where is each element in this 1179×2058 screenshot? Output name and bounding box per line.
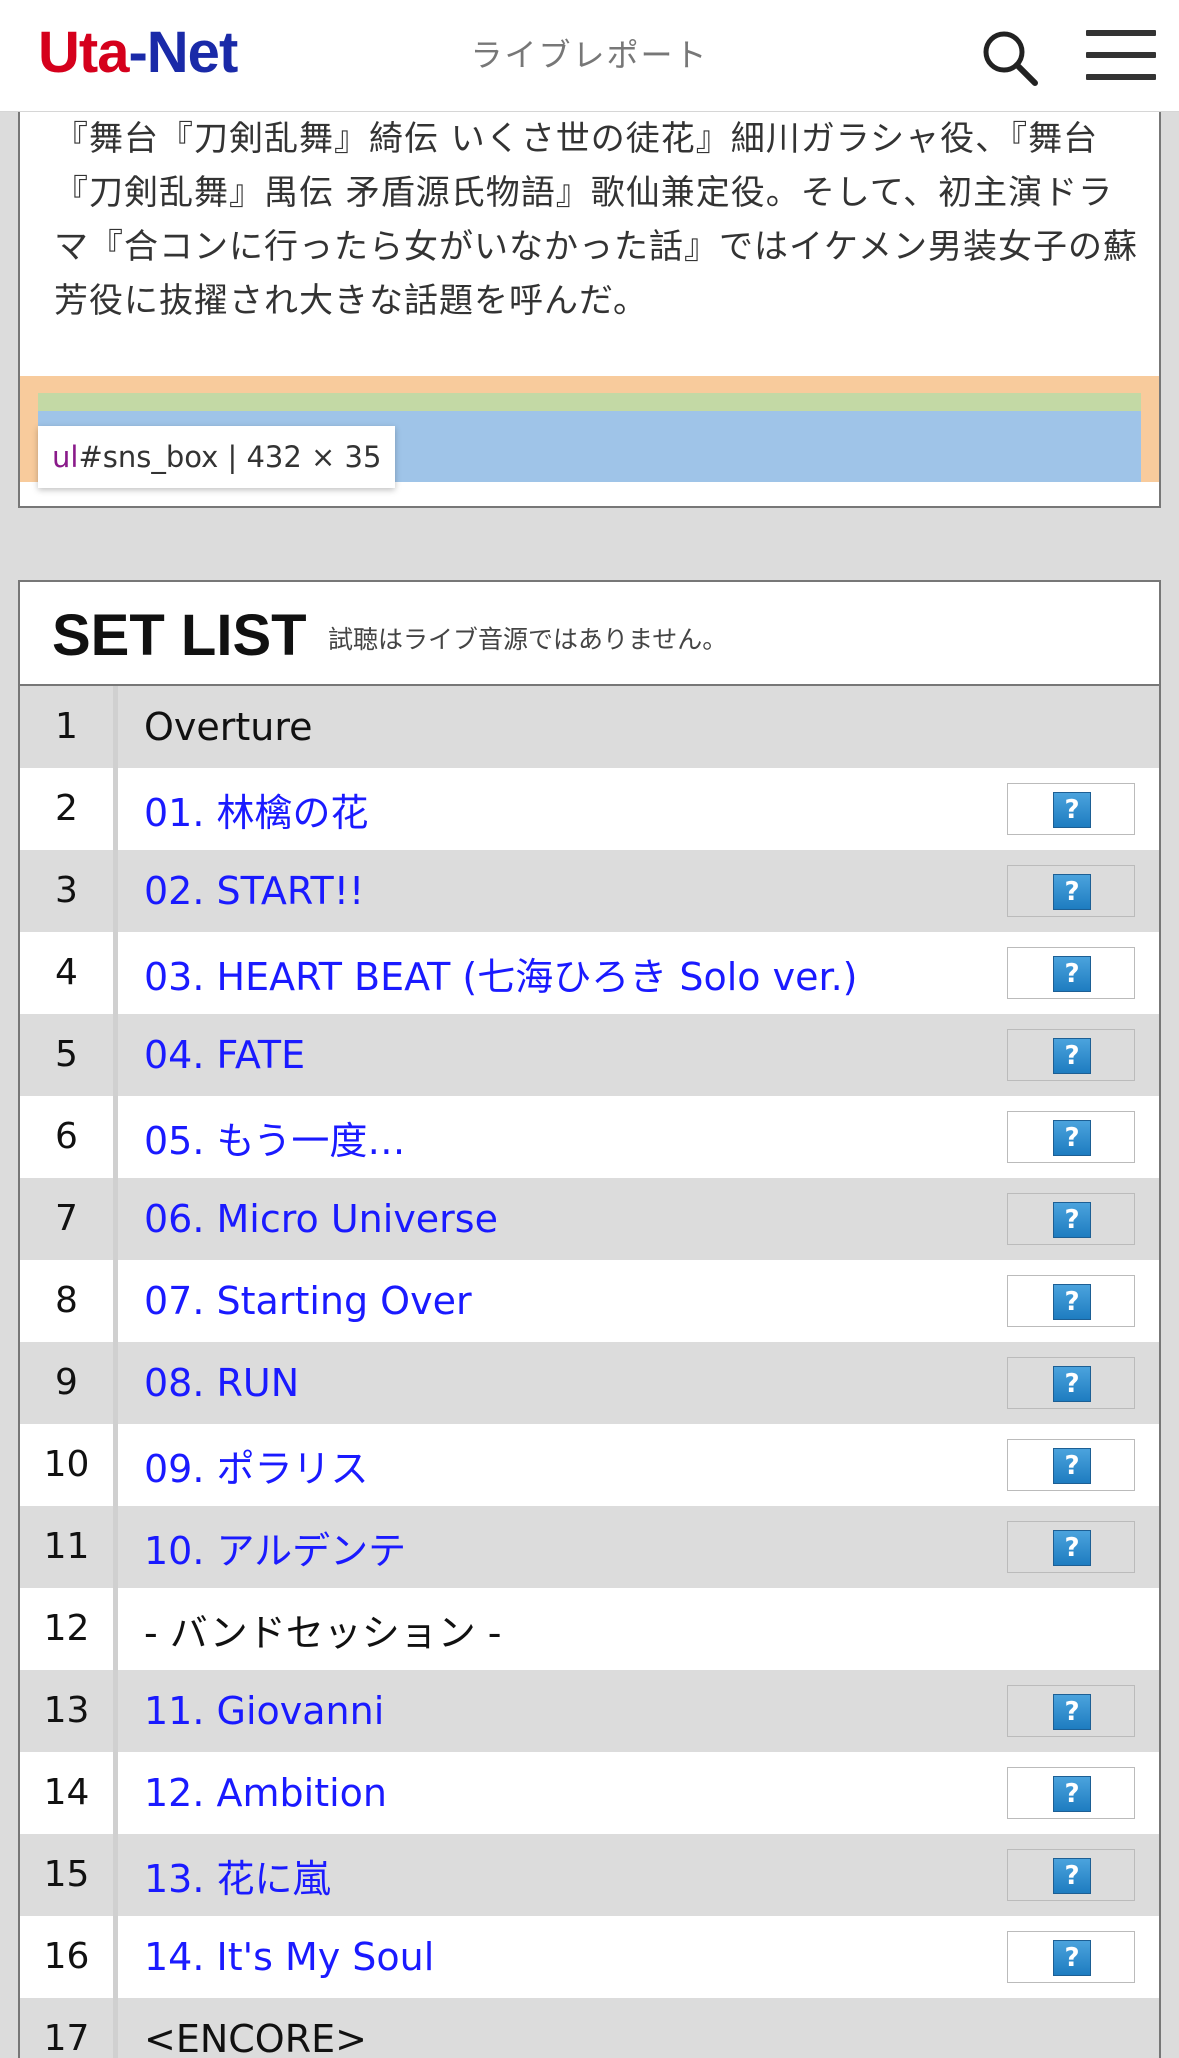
setlist-row[interactable]: 14 12. Ambition? — [20, 1752, 1159, 1834]
listen-button[interactable]: ? — [1007, 1521, 1135, 1573]
song-link[interactable]: 06. Micro Universe — [118, 1197, 1159, 1241]
track-number: 5 — [20, 1014, 118, 1096]
setlist-row[interactable]: 10 09. ポラリス? — [20, 1424, 1159, 1506]
setlist-panel: SET LIST 試聴はライブ音源ではありません。 1 Overture 2 01. … — [18, 580, 1161, 2058]
setlist-row[interactable]: 13 11. Giovanni? — [20, 1670, 1159, 1752]
search-icon[interactable] — [980, 28, 1040, 88]
song-link[interactable]: 02. START!! — [118, 869, 1159, 913]
song-link[interactable]: 10. アルデンテ — [118, 1520, 1159, 1575]
site-header: Uta-Net ライブレポート — [0, 0, 1179, 112]
setlist-row[interactable]: 6 05. もう一度…? — [20, 1096, 1159, 1178]
track-number: 10 — [20, 1424, 118, 1506]
song-link[interactable]: 01. 林檎の花 — [118, 782, 1159, 837]
song-link[interactable]: 11. Giovanni — [118, 1689, 1159, 1733]
listen-button[interactable]: ? — [1007, 1767, 1135, 1819]
listen-button[interactable]: ? — [1007, 1849, 1135, 1901]
tooltip-size: | 432 × 35 — [218, 440, 382, 474]
track-number: 6 — [20, 1096, 118, 1178]
question-icon: ? — [1053, 1366, 1091, 1402]
question-icon: ? — [1053, 1694, 1091, 1730]
setlist-row: 1 Overture — [20, 686, 1159, 768]
artist-intro-panel: 『舞台『刀剣乱舞』綺伝 いくさ世の徒花』細川ガラシャ役、『舞台『刀剣乱舞』禺伝 … — [18, 112, 1161, 508]
song-title: - バンドセッション - — [144, 1610, 502, 1655]
song-title: <ENCORE> — [144, 2017, 367, 2058]
listen-button[interactable]: ? — [1007, 1193, 1135, 1245]
track-number: 16 — [20, 1916, 118, 1998]
question-icon: ? — [1053, 1530, 1091, 1566]
question-icon: ? — [1053, 1940, 1091, 1976]
setlist-row[interactable]: 15 13. 花に嵐? — [20, 1834, 1159, 1916]
track-number: 8 — [20, 1260, 118, 1342]
listen-button[interactable]: ? — [1007, 1275, 1135, 1327]
setlist-row[interactable]: 3 02. START!!? — [20, 850, 1159, 932]
setlist-rows: 1 Overture 2 01. 林檎の花? 3 02. START!!? 4 03. HEA… — [20, 686, 1159, 2058]
song-link[interactable]: 09. ポラリス — [118, 1438, 1159, 1493]
listen-button[interactable]: ? — [1007, 1439, 1135, 1491]
tooltip-tag: ul — [52, 440, 79, 474]
song-link[interactable]: 08. RUN — [118, 1361, 1159, 1405]
track-number: 13 — [20, 1670, 118, 1752]
track-number: 7 — [20, 1178, 118, 1260]
question-icon: ? — [1053, 792, 1091, 828]
song-link[interactable]: 13. 花に嵐 — [118, 1848, 1159, 1903]
question-icon: ? — [1053, 874, 1091, 910]
setlist-row[interactable]: 16 14. It's My Soul? — [20, 1916, 1159, 1998]
question-icon: ? — [1053, 1448, 1091, 1484]
question-icon: ? — [1053, 1284, 1091, 1320]
song-link[interactable]: 04. FATE — [118, 1033, 1159, 1077]
devtools-element-tooltip: ul#sns_box | 432 × 35 — [38, 426, 396, 488]
song-link[interactable]: 07. Starting Over — [118, 1279, 1159, 1323]
track-number: 9 — [20, 1342, 118, 1424]
track-number: 15 — [20, 1834, 118, 1916]
track-number: 4 — [20, 932, 118, 1014]
setlist-title: SET LIST — [52, 603, 307, 668]
setlist-row[interactable]: 2 01. 林檎の花? — [20, 768, 1159, 850]
listen-button[interactable]: ? — [1007, 865, 1135, 917]
setlist-row[interactable]: 7 06. Micro Universe? — [20, 1178, 1159, 1260]
tooltip-selector: #sns_box — [78, 440, 219, 474]
question-icon: ? — [1053, 1202, 1091, 1238]
setlist-note: 試聴はライブ音源ではありません。 — [328, 625, 728, 654]
question-icon: ? — [1053, 1858, 1091, 1894]
song-link[interactable]: 05. もう一度… — [118, 1110, 1159, 1165]
question-icon: ? — [1053, 1038, 1091, 1074]
setlist-row[interactable]: 11 10. アルデンテ? — [20, 1506, 1159, 1588]
artist-intro-text: 『舞台『刀剣乱舞』綺伝 いくさ世の徒花』細川ガラシャ役、『舞台『刀剣乱舞』禺伝 … — [54, 119, 1138, 321]
listen-button[interactable]: ? — [1007, 1357, 1135, 1409]
track-number: 17 — [20, 1998, 118, 2058]
track-number: 14 — [20, 1752, 118, 1834]
listen-button[interactable]: ? — [1007, 1931, 1135, 1983]
listen-button[interactable]: ? — [1007, 947, 1135, 999]
setlist-row[interactable]: 4 03. HEART BEAT (七海ひろき Solo ver.)? — [20, 932, 1159, 1014]
song-title: Overture — [144, 705, 313, 749]
song-link[interactable]: 12. Ambition — [118, 1771, 1159, 1815]
listen-button[interactable]: ? — [1007, 1029, 1135, 1081]
question-icon: ? — [1053, 1120, 1091, 1156]
setlist-row: 12 - バンドセッション - — [20, 1588, 1159, 1670]
listen-button[interactable]: ? — [1007, 1111, 1135, 1163]
listen-button[interactable]: ? — [1007, 1685, 1135, 1737]
track-number: 3 — [20, 850, 118, 932]
track-number: 2 — [20, 768, 118, 850]
question-icon: ? — [1053, 1776, 1091, 1812]
track-number: 12 — [20, 1588, 118, 1670]
track-number: 11 — [20, 1506, 118, 1588]
song-link[interactable]: 03. HEART BEAT (七海ひろき Solo ver.) — [118, 946, 1159, 1001]
setlist-row[interactable]: 5 04. FATE? — [20, 1014, 1159, 1096]
setlist-row[interactable]: 8 07. Starting Over? — [20, 1260, 1159, 1342]
listen-button[interactable]: ? — [1007, 783, 1135, 835]
hamburger-menu-icon[interactable] — [1086, 30, 1156, 80]
sns-box-padding-highlight — [38, 393, 1141, 413]
track-number: 1 — [20, 686, 118, 768]
song-link[interactable]: 14. It's My Soul — [118, 1935, 1159, 1979]
setlist-row: 17 <ENCORE> — [20, 1998, 1159, 2058]
setlist-row[interactable]: 9 08. RUN? — [20, 1342, 1159, 1424]
setlist-header: SET LIST 試聴はライブ音源ではありません。 — [20, 582, 1159, 686]
question-icon: ? — [1053, 956, 1091, 992]
